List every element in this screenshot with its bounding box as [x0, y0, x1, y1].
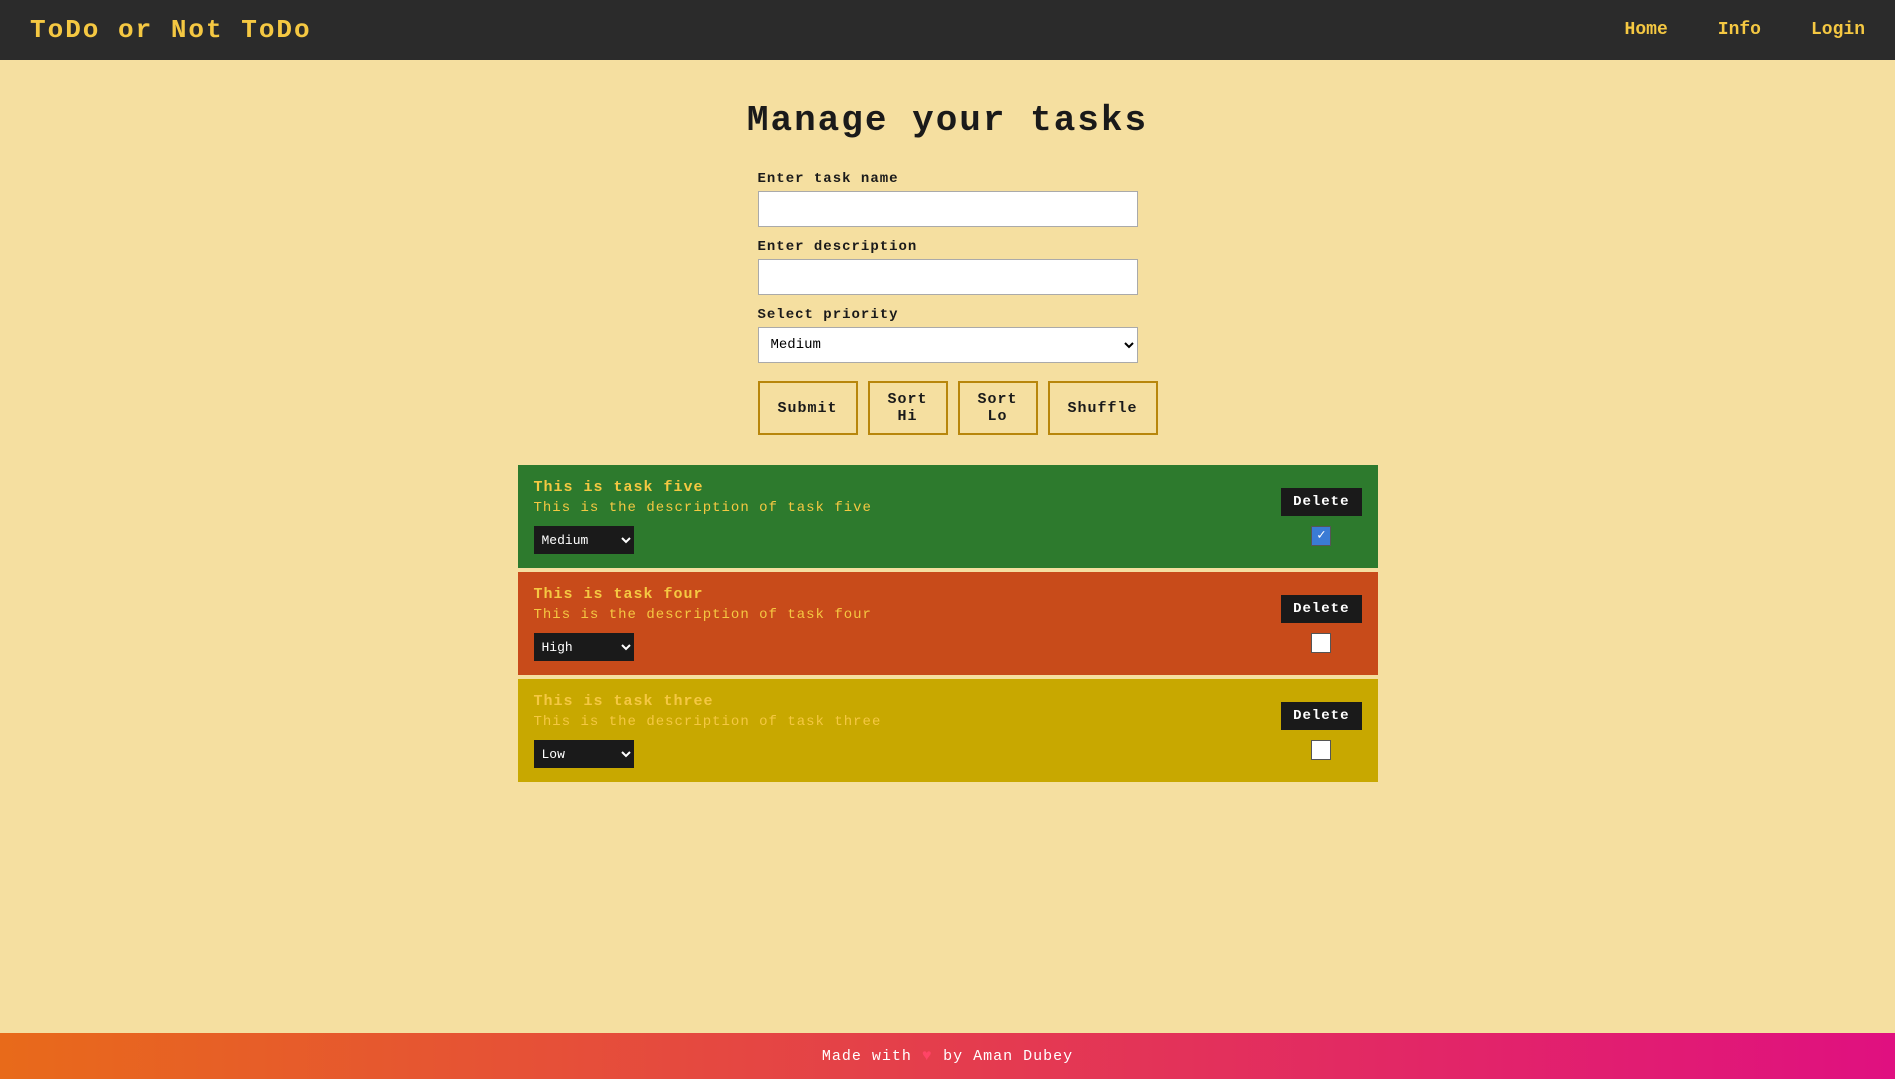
shuffle-button[interactable]: Shuffle [1048, 381, 1158, 435]
priority-label: Select priority [758, 307, 1138, 323]
task-four-actions: Delete [1281, 595, 1361, 653]
task-four-delete[interactable]: Delete [1281, 595, 1361, 623]
task-five-description: This is the description of task five [534, 500, 1262, 516]
task-four-name: This is task four [534, 586, 1262, 603]
task-five-checkbox[interactable] [1311, 526, 1331, 546]
task-three-info: This is task three This is the descripti… [534, 693, 1262, 768]
description-group: Enter description [758, 239, 1138, 295]
task-list: This is task five This is the descriptio… [518, 465, 1378, 782]
task-five-priority[interactable]: Low Medium High [534, 526, 634, 554]
footer: Made with ♥ by Aman Dubey [0, 1033, 1895, 1079]
navbar-links: Home Info Login [1625, 20, 1865, 40]
navbar: ToDo or Not ToDo Home Info Login [0, 0, 1895, 60]
description-input[interactable] [758, 259, 1138, 295]
task-item-four: This is task four This is the descriptio… [518, 572, 1378, 675]
task-item-three: This is task three This is the descripti… [518, 679, 1378, 782]
submit-button[interactable]: Submit [758, 381, 858, 435]
info-link[interactable]: Info [1718, 20, 1761, 40]
task-five-delete[interactable]: Delete [1281, 488, 1361, 516]
task-five-info: This is task five This is the descriptio… [534, 479, 1262, 554]
footer-before: Made with [822, 1048, 912, 1065]
heart-icon: ♥ [922, 1047, 943, 1065]
sort-lo-button[interactable]: Sort Lo [958, 381, 1038, 435]
action-buttons: Submit Sort Hi Sort Lo Shuffle [758, 381, 1138, 435]
task-four-priority[interactable]: Low Medium High [534, 633, 634, 661]
task-five-actions: Delete [1281, 488, 1361, 546]
description-label: Enter description [758, 239, 1138, 255]
task-three-description: This is the description of task three [534, 714, 1262, 730]
page-title: Manage your tasks [747, 100, 1148, 141]
task-form: Enter task name Enter description Select… [758, 171, 1138, 435]
task-name-group: Enter task name [758, 171, 1138, 227]
home-link[interactable]: Home [1625, 20, 1668, 40]
task-name-input[interactable] [758, 191, 1138, 227]
sort-hi-button[interactable]: Sort Hi [868, 381, 948, 435]
footer-text: Made with ♥ by Aman Dubey [822, 1048, 1073, 1065]
priority-select[interactable]: Low Medium High [758, 327, 1138, 363]
login-link[interactable]: Login [1811, 20, 1865, 40]
task-three-name: This is task three [534, 693, 1262, 710]
task-four-info: This is task four This is the descriptio… [534, 586, 1262, 661]
task-three-priority[interactable]: Low Medium High [534, 740, 634, 768]
task-four-checkbox[interactable] [1311, 633, 1331, 653]
navbar-brand: ToDo or Not ToDo [30, 15, 1625, 45]
main-content: Manage your tasks Enter task name Enter … [0, 60, 1895, 1079]
task-three-checkbox[interactable] [1311, 740, 1331, 760]
task-item-five: This is task five This is the descriptio… [518, 465, 1378, 568]
task-three-actions: Delete [1281, 702, 1361, 760]
task-three-delete[interactable]: Delete [1281, 702, 1361, 730]
footer-after: by Aman Dubey [943, 1048, 1073, 1065]
priority-group: Select priority Low Medium High [758, 307, 1138, 363]
task-four-description: This is the description of task four [534, 607, 1262, 623]
task-five-name: This is task five [534, 479, 1262, 496]
task-name-label: Enter task name [758, 171, 1138, 187]
